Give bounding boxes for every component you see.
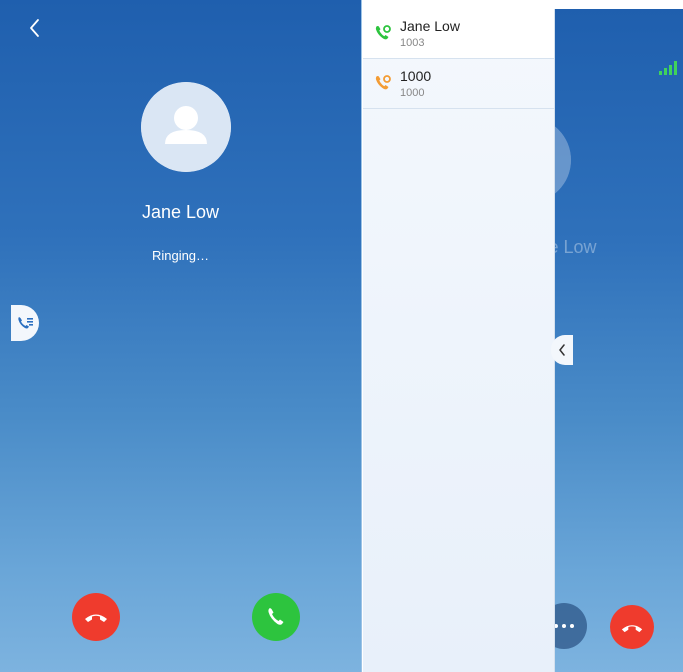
- contact-name: Jane Low: [141, 202, 220, 222]
- call-list-tab[interactable]: [11, 305, 39, 341]
- active-call-screen: Jane Low Jane Low 1003 1000 1000: [363, 0, 683, 672]
- hang-up-button[interactable]: [610, 605, 654, 649]
- incoming-call-screen: Jane Low Ringing…: [0, 0, 362, 672]
- active-call-icon: [375, 25, 391, 40]
- person-icon: [141, 82, 231, 172]
- back-button[interactable]: [24, 16, 44, 40]
- call-list-item[interactable]: 1000 1000: [363, 59, 554, 109]
- call-list-item[interactable]: Jane Low 1003: [363, 9, 554, 59]
- held-call-icon: [375, 75, 391, 90]
- caller-name: 1000: [400, 68, 432, 84]
- caller-name: Jane Low: [400, 18, 460, 34]
- more-icon: [554, 624, 574, 628]
- signal-strength-icon: [659, 61, 677, 75]
- call-status: Ringing…: [151, 248, 210, 263]
- caller-number: 1000: [400, 87, 425, 99]
- caller-number: 1003: [400, 37, 425, 49]
- answer-button[interactable]: [252, 593, 300, 641]
- chevron-left-icon: [30, 19, 39, 37]
- decline-button[interactable]: [72, 593, 120, 641]
- hang-up-icon: [621, 624, 643, 632]
- phone-icon: [268, 608, 284, 625]
- hang-up-icon: [85, 614, 107, 622]
- call-list-drawer: Jane Low 1003 1000 1000: [363, 9, 555, 672]
- contact-avatar: [141, 82, 231, 172]
- chevron-left-icon: [559, 344, 565, 356]
- call-list-icon: [18, 317, 33, 329]
- collapse-call-list-button[interactable]: [551, 335, 573, 365]
